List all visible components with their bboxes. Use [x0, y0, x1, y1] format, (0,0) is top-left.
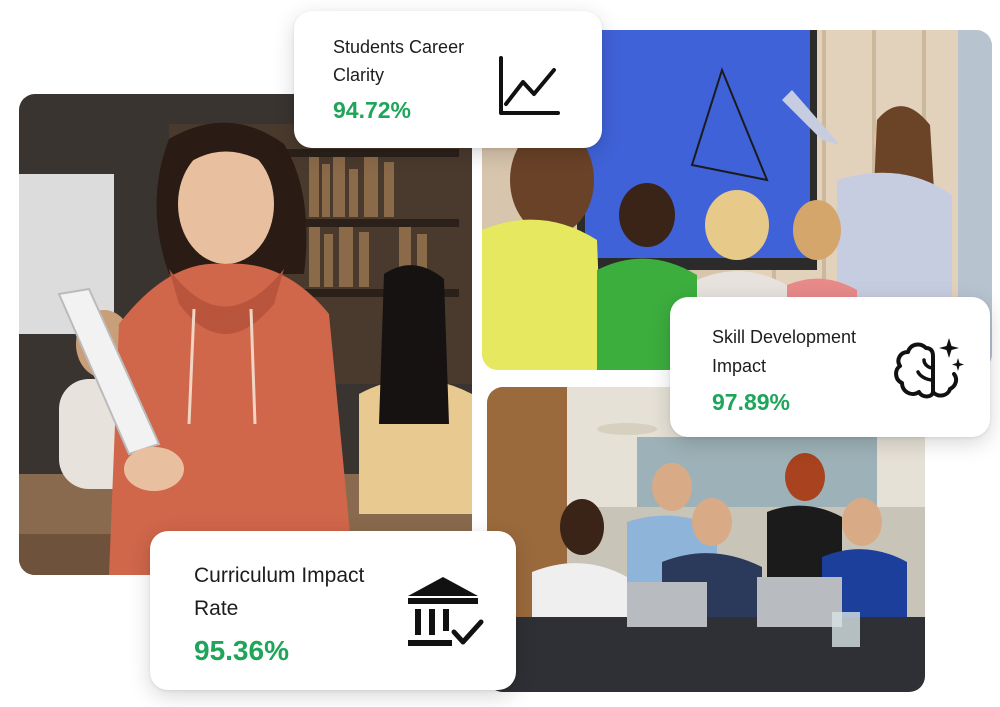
career-clarity-title-line2: Clarity [333, 65, 385, 86]
skill-development-value: 97.89% [712, 389, 791, 415]
skill-development-title-line1: Skill Development [712, 327, 857, 347]
career-clarity-title: Students Career Clarity [333, 34, 464, 88]
career-clarity-value: 94.72% [333, 97, 412, 123]
curriculum-impact-title: Curriculum Impact Rate [194, 560, 364, 625]
skill-development-card: Skill Development Impact 97.89% [670, 297, 990, 437]
skill-development-title-line2: Impact [712, 356, 767, 377]
curriculum-impact-title-line1: Curriculum Impact [194, 564, 365, 587]
brain-sparkle-icon [892, 334, 966, 404]
student-photo [19, 94, 472, 575]
curriculum-impact-value: 95.36% [194, 635, 289, 666]
curriculum-impact-title-line2: Rate [194, 596, 239, 620]
career-clarity-title-line1: Students Career [333, 37, 465, 57]
line-chart-icon [498, 56, 560, 116]
institution-check-icon [405, 574, 485, 652]
skill-development-title: Skill Development Impact [712, 324, 856, 379]
career-clarity-card: Students Career Clarity 94.72% [294, 11, 602, 148]
curriculum-impact-card: Curriculum Impact Rate 95.36% [150, 531, 516, 690]
